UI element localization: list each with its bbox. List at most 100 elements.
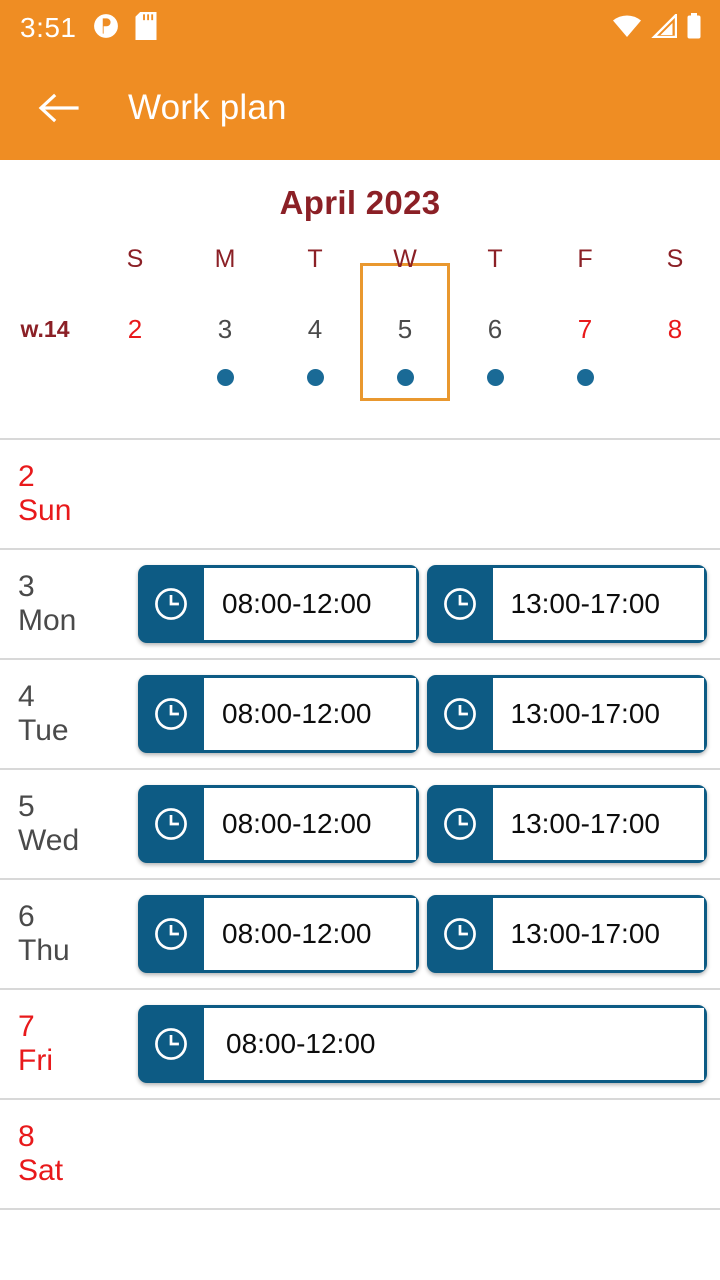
- day-row[interactable]: 8 Sat: [0, 1100, 720, 1210]
- day-number: 7: [18, 1010, 35, 1044]
- work-shift-chip[interactable]: 13:00-17:00: [426, 785, 707, 863]
- weekday-letter: T: [307, 244, 323, 273]
- event-dot-icon: [306, 368, 324, 386]
- day-number: 4: [18, 680, 35, 714]
- day-weekday-name: Sun: [18, 494, 72, 527]
- day-weekday-name: Sat: [18, 1154, 64, 1187]
- week-label-spacer: [0, 242, 90, 276]
- day-row[interactable]: 2 Sun: [0, 440, 720, 550]
- shift-time-range: 13:00-17:00: [492, 788, 704, 860]
- work-shift-chip[interactable]: 08:00-12:00: [138, 1005, 707, 1083]
- week-label-spacer: [0, 362, 90, 392]
- wifi-icon: [612, 14, 642, 43]
- week-dot-row: [0, 362, 720, 392]
- day-label: 7 Fri: [18, 1010, 138, 1077]
- app-bar: Work plan: [0, 56, 720, 160]
- clock-icon: [138, 678, 204, 750]
- event-dot-icon: [396, 368, 414, 386]
- day-number: 5: [18, 790, 35, 824]
- week-dot-cell-1: [180, 362, 270, 392]
- clock-icon: [155, 698, 187, 730]
- weekday-letter: T: [487, 244, 503, 273]
- weekday-letter-cell: T: [450, 242, 540, 276]
- weekday-letter: S: [126, 244, 144, 273]
- weekday-letter-row: S M T W T F S: [0, 242, 720, 276]
- status-clock: 3:51: [20, 12, 77, 43]
- day-row[interactable]: 5 Wed 08:00-12:00 13:00-17:00: [0, 770, 720, 880]
- day-row[interactable]: 3 Mon 08:00-12:00 13:00-17:00: [0, 550, 720, 660]
- day-slot-container: 08:00-12:00: [138, 1005, 720, 1083]
- work-shift-chip[interactable]: 13:00-17:00: [426, 565, 707, 643]
- clock-icon: [155, 918, 187, 950]
- shift-time-range: 13:00-17:00: [492, 678, 704, 750]
- work-shift-chip[interactable]: 08:00-12:00: [138, 675, 419, 753]
- clock-icon: [155, 588, 187, 620]
- week-date-number: 4: [307, 313, 323, 344]
- week-date-cell-6[interactable]: 8: [630, 312, 720, 346]
- day-row[interactable]: 4 Tue 08:00-12:00 13:00-17:00: [0, 660, 720, 770]
- clock-icon: [138, 1008, 204, 1080]
- shift-time-range: 08:00-12:00: [204, 678, 416, 750]
- status-bar: 3:51: [0, 0, 720, 56]
- status-bar-left: 3:51: [20, 11, 157, 45]
- clock-icon: [443, 588, 476, 620]
- week-dot-cell-3: [360, 362, 450, 392]
- clock-icon: [155, 808, 187, 840]
- battery-icon: [686, 12, 702, 44]
- day-label: 6 Thu: [18, 900, 138, 967]
- week-date-cell-5[interactable]: 7: [540, 312, 630, 346]
- p-badge-icon: [93, 13, 119, 44]
- week-date-cell-3[interactable]: 5: [360, 312, 450, 346]
- weekday-letter-cell: S: [90, 242, 180, 276]
- day-slot-container: 08:00-12:00 13:00-17:00: [138, 565, 720, 643]
- week-dot-cell-6: [630, 362, 720, 392]
- day-number: 2: [18, 460, 35, 494]
- day-schedule-list: 2 Sun 3 Mon 08:00-12:00 13:00-17:00 4 Tue 08:00-…: [0, 438, 720, 1210]
- work-shift-chip[interactable]: 13:00-17:00: [426, 675, 707, 753]
- back-button[interactable]: [30, 80, 86, 136]
- weekday-letter: M: [214, 244, 236, 273]
- day-slot-container: [138, 1115, 720, 1193]
- week-date-cell-1[interactable]: 3: [180, 312, 270, 346]
- clock-icon: [427, 568, 493, 640]
- week-date-cell-2[interactable]: 4: [270, 312, 360, 346]
- week-date-number: 3: [217, 313, 233, 344]
- clock-icon: [138, 568, 204, 640]
- day-weekday-name: Tue: [18, 714, 69, 747]
- clock-icon: [443, 698, 476, 730]
- clock-icon: [155, 1028, 187, 1060]
- day-weekday-name: Wed: [18, 824, 80, 857]
- day-label: 5 Wed: [18, 790, 138, 857]
- sd-card-icon: [135, 11, 157, 45]
- cellular-signal-icon: [651, 11, 678, 43]
- work-plan-screen: 3:51 Work plan April 2023 S M T W T F S …: [0, 0, 720, 1280]
- day-number: 6: [18, 900, 35, 934]
- day-slot-container: 08:00-12:00 13:00-17:00: [138, 675, 720, 753]
- week-date-cell-0[interactable]: 2: [90, 312, 180, 346]
- week-date-cell-4[interactable]: 6: [450, 312, 540, 346]
- page-title: Work plan: [128, 88, 287, 127]
- weekday-letter: F: [577, 244, 593, 273]
- day-weekday-name: Thu: [18, 934, 70, 967]
- day-weekday-name: Fri: [18, 1044, 53, 1077]
- week-date-row: w.14 2 3 4 5 6 7 8: [0, 312, 720, 346]
- work-shift-chip[interactable]: 08:00-12:00: [138, 785, 419, 863]
- day-row[interactable]: 6 Thu 08:00-12:00 13:00-17:00: [0, 880, 720, 990]
- back-arrow-icon: [38, 93, 79, 123]
- status-bar-right: [612, 11, 702, 44]
- week-date-number: 6: [487, 313, 503, 344]
- week-date-number: 2: [127, 313, 143, 344]
- work-shift-chip[interactable]: 13:00-17:00: [426, 895, 707, 973]
- day-row[interactable]: 7 Fri 08:00-12:00: [0, 990, 720, 1100]
- clock-icon: [427, 898, 493, 970]
- weekday-letter-cell: W: [360, 242, 450, 276]
- weekday-letter-cell: S: [630, 242, 720, 276]
- clock-icon: [443, 918, 476, 950]
- work-shift-chip[interactable]: 08:00-12:00: [138, 895, 419, 973]
- day-number: 3: [18, 570, 35, 604]
- clock-icon: [138, 788, 204, 860]
- work-shift-chip[interactable]: 08:00-12:00: [138, 565, 419, 643]
- week-date-number: 8: [667, 313, 683, 344]
- shift-time-range: 13:00-17:00: [492, 568, 704, 640]
- day-slot-container: 08:00-12:00 13:00-17:00: [138, 895, 720, 973]
